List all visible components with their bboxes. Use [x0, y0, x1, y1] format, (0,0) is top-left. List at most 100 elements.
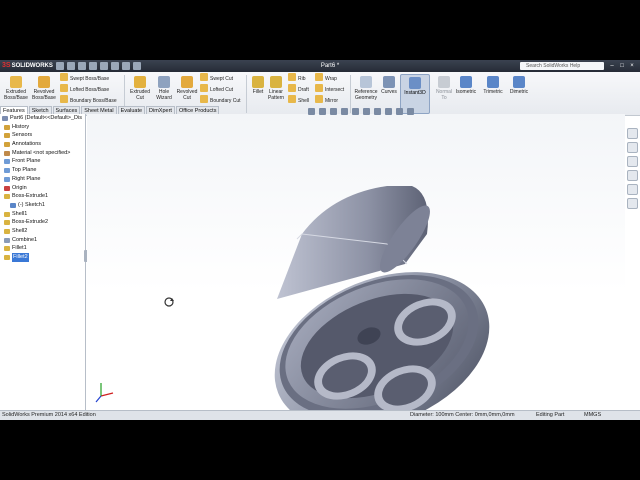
tree-item[interactable]: Annotations [0, 140, 85, 149]
view-palette-icon[interactable] [627, 170, 638, 181]
zoom-to-fit-icon[interactable] [308, 108, 315, 115]
boundary-boss-button[interactable]: Boundary Boss/Base [60, 95, 117, 106]
custom-properties-icon[interactable] [627, 198, 638, 209]
tree-item-label: Boss-Extrude2 [12, 219, 49, 226]
origin-icon [4, 185, 10, 191]
status-bar: SolidWorks Premium 2014 x64 Edition Diam… [0, 410, 640, 420]
tab-office-products[interactable]: Office Products [175, 106, 220, 114]
history-icon [4, 124, 10, 130]
print-icon[interactable] [89, 62, 97, 70]
tree-item[interactable]: Top Plane [0, 166, 85, 175]
intersect-button[interactable]: Intersect [315, 84, 344, 95]
boundary-cut-button[interactable]: Boundary Cut [200, 95, 241, 106]
revolved-boss-button[interactable]: Revolved Boss/Base [30, 74, 58, 101]
apply-scene-icon[interactable] [396, 108, 403, 115]
lofted-boss-button[interactable]: Lofted Boss/Base [60, 84, 109, 95]
graphics-area[interactable] [87, 114, 625, 420]
tree-item[interactable]: Right Plane [0, 175, 85, 184]
quick-access-toolbar [56, 62, 141, 70]
tree-item[interactable]: Fillet2 [0, 253, 85, 262]
part-model[interactable] [251, 186, 513, 420]
tab-evaluate[interactable]: Evaluate [117, 106, 146, 114]
help-search-input[interactable]: Search SolidWorks Help [520, 62, 604, 70]
tree-item[interactable]: Fillet1 [0, 244, 85, 253]
title-bar: 3S SOLIDWORKS Part6 * Search SolidWorks H… [0, 60, 640, 72]
trimetric-button[interactable]: Trimetric [479, 74, 507, 95]
edit-appearance-icon[interactable] [385, 108, 392, 115]
shell-icon [4, 228, 10, 234]
tree-item-label: Fillet2 [12, 253, 29, 262]
zoom-to-area-icon[interactable] [319, 108, 326, 115]
design-library-icon[interactable] [627, 142, 638, 153]
section-view-icon[interactable] [341, 108, 348, 115]
draft-button[interactable]: Draft [288, 84, 309, 95]
tree-item[interactable]: Shell2 [0, 227, 85, 236]
tree-item[interactable]: Combine1 [0, 236, 85, 245]
dimetric-icon [513, 76, 525, 88]
tree-item-label: Combine1 [12, 236, 38, 243]
mirror-button[interactable]: Mirror [315, 95, 338, 106]
swept-boss-button[interactable]: Swept Boss/Base [60, 73, 109, 84]
tree-item[interactable]: Sensors [0, 131, 85, 140]
solidworks-logo[interactable]: 3S SOLIDWORKS [2, 61, 53, 71]
tree-item-label: Material <not specified> [12, 149, 71, 156]
open-icon[interactable] [67, 62, 75, 70]
rib-icon [288, 73, 296, 81]
resources-icon[interactable] [627, 128, 638, 139]
tree-item[interactable]: History [0, 123, 85, 132]
dimetric-button[interactable]: Dimetric [505, 74, 533, 95]
view-orientation-icon[interactable] [352, 108, 359, 115]
swept-cut-button[interactable]: Swept Cut [200, 73, 233, 84]
tree-item[interactable]: Shell1 [0, 210, 85, 219]
new-icon[interactable] [56, 62, 64, 70]
tab-features[interactable]: Features [0, 106, 28, 114]
tree-item-label: Part6 (Default<<Default>_Dis [10, 115, 82, 121]
curves-button[interactable]: Curves [377, 74, 401, 95]
undo-icon[interactable] [100, 62, 108, 70]
solidworks-window: 3S SOLIDWORKS Part6 * Search SolidWorks H… [0, 60, 640, 420]
maximize-button[interactable]: □ [618, 62, 626, 70]
boundary-boss-icon [60, 95, 68, 103]
intersect-icon [315, 84, 323, 92]
tab-sheet-metal[interactable]: Sheet Metal [81, 106, 117, 114]
view-settings-icon[interactable] [407, 108, 414, 115]
shell-button[interactable]: Shell [288, 95, 309, 106]
tree-item[interactable]: Front Plane [0, 157, 85, 166]
rib-button[interactable]: Rib [288, 73, 306, 84]
minimize-button[interactable]: – [608, 62, 616, 70]
revolved-cut-button[interactable]: Revolved Cut [173, 74, 201, 101]
wrap-button[interactable]: Wrap [315, 73, 337, 84]
hide-show-items-icon[interactable] [374, 108, 381, 115]
heads-up-toolbar [308, 108, 414, 115]
fillet-icon [4, 255, 10, 260]
tree-item[interactable]: Material <not specified> [0, 149, 85, 158]
tree-item[interactable]: Boss-Extrude1 [0, 192, 85, 201]
linear-pattern-button[interactable]: Linear Pattern [262, 74, 290, 101]
options-icon[interactable] [133, 62, 141, 70]
draft-icon [288, 84, 296, 92]
extruded-boss-button[interactable]: Extruded Boss/Base [2, 74, 30, 101]
command-manager-tabs: Features Sketch Surfaces Sheet Metal Eva… [0, 106, 220, 114]
rotate-cursor-icon [164, 297, 174, 307]
isometric-button[interactable]: Isometric [452, 74, 480, 95]
tree-item[interactable]: (-) Sketch1 [0, 201, 85, 210]
tree-item[interactable]: Part6 (Default<<Default>_Dis [0, 114, 85, 123]
rebuild-icon[interactable] [122, 62, 130, 70]
select-icon[interactable] [111, 62, 119, 70]
file-explorer-icon[interactable] [627, 156, 638, 167]
swept-boss-icon [60, 73, 68, 81]
tree-item[interactable]: Origin [0, 184, 85, 193]
tree-item[interactable]: Boss-Extrude2 [0, 218, 85, 227]
display-style-icon[interactable] [363, 108, 370, 115]
reference-geometry-icon [360, 76, 372, 88]
close-button[interactable]: × [628, 62, 636, 70]
tab-surfaces[interactable]: Surfaces [52, 106, 81, 114]
reference-geometry-button[interactable]: Reference Geometry [352, 74, 380, 101]
save-icon[interactable] [78, 62, 86, 70]
lofted-cut-button[interactable]: Lofted Cut [200, 84, 233, 95]
appearances-icon[interactable] [627, 184, 638, 195]
units-button[interactable]: MMGS [584, 411, 601, 420]
tab-dimxpert[interactable]: DimXpert [146, 106, 175, 114]
previous-view-icon[interactable] [330, 108, 337, 115]
tab-sketch[interactable]: Sketch [28, 106, 52, 114]
